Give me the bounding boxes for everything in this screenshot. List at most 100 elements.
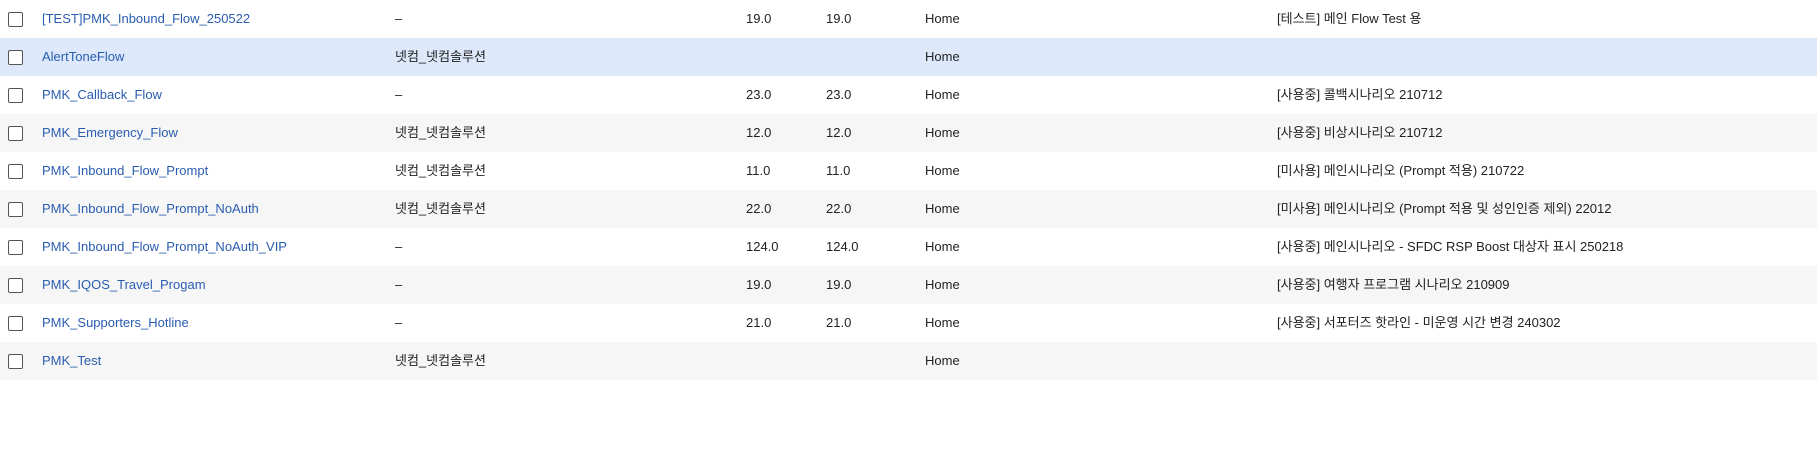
flow-name-cell: PMK_Callback_Flow [42,76,382,114]
flow-name-cell: AlertToneFlow [42,38,382,76]
flow-published-version: 21.0 [826,315,852,330]
row-checkbox[interactable] [8,87,23,103]
flow-description: [테스트] 메인 Flow Test 용 [1277,11,1422,26]
flow-owner: – [395,315,403,330]
flow-name-link[interactable]: PMK_Inbound_Flow_Prompt_NoAuth_VIP [42,239,287,254]
row-checkbox[interactable] [8,315,23,331]
flow-name-link[interactable]: PMK_IQOS_Travel_Progam [42,277,206,292]
row-checkbox-cell [8,76,28,114]
flow-name-cell: [TEST]PMK_Inbound_Flow_250522 [42,0,382,38]
row-checkbox-cell [8,114,28,152]
flow-name-cell: PMK_IQOS_Travel_Progam [42,266,382,304]
flow-location: Home [925,353,960,368]
flow-published-version: 11.0 [826,163,851,178]
flow-name-link[interactable]: AlertToneFlow [42,49,124,64]
flow-owner: 넷컴_넷컴솔루션 [395,49,486,64]
table-row[interactable]: PMK_IQOS_Travel_Progam – 19.0 19.0 Home … [0,266,1817,304]
table-row[interactable]: [TEST]PMK_Inbound_Flow_250522 – 19.0 19.… [0,0,1817,38]
flow-description [1277,38,1817,76]
flow-name-link[interactable]: [TEST]PMK_Inbound_Flow_250522 [42,11,250,26]
table-row[interactable]: PMK_Emergency_Flow 넷컴_넷컴솔루션 12.0 12.0 Ho… [0,114,1817,152]
flow-name-cell: PMK_Inbound_Flow_Prompt [42,152,382,190]
flow-owner: 넷컴_넷컴솔루션 [395,201,486,216]
row-checkbox-cell [8,152,28,190]
flow-owner: – [395,87,403,102]
flow-name-cell: PMK_Supporters_Hotline [42,304,382,342]
flow-description: [사용중] 여행자 프로그램 시나리오 210909 [1277,277,1510,292]
table-row[interactable]: PMK_Callback_Flow – 23.0 23.0 Home [사용중]… [0,76,1817,114]
flow-location: Home [925,87,960,102]
flow-name-cell: PMK_Inbound_Flow_Prompt_NoAuth_VIP [42,228,382,266]
row-checkbox-cell [8,190,28,228]
row-checkbox[interactable] [8,239,23,255]
flow-name-link[interactable]: PMK_Callback_Flow [42,87,162,102]
row-checkbox[interactable] [8,125,23,141]
flow-version: 124.0 [746,239,779,254]
flow-version: 21.0 [746,315,772,330]
flow-published-version: 23.0 [826,87,852,102]
flow-published-version: 12.0 [826,125,852,140]
flow-owner: 넷컴_넷컴솔루션 [395,353,486,368]
flow-name-link[interactable]: PMK_Test [42,353,101,368]
flow-version: 22.0 [746,201,772,216]
row-checkbox[interactable] [8,353,23,369]
flow-published-version: 19.0 [826,11,852,26]
flow-description [1277,342,1817,380]
flow-owner: – [395,239,403,254]
flow-version [746,342,816,380]
flow-location: Home [925,125,960,140]
row-checkbox[interactable] [8,277,23,293]
flow-published-version [826,38,906,76]
table-row[interactable]: PMK_Inbound_Flow_Prompt 넷컴_넷컴솔루션 11.0 11… [0,152,1817,190]
flow-name-link[interactable]: PMK_Emergency_Flow [42,125,178,140]
flow-location: Home [925,201,960,216]
row-checkbox-cell [8,0,28,38]
flow-location: Home [925,315,960,330]
row-checkbox-cell [8,342,28,380]
flow-version: 19.0 [746,277,772,292]
flow-name-cell: PMK_Test [42,342,382,380]
row-checkbox-cell [8,304,28,342]
flow-description: [사용중] 메인시나리오 - SFDC RSP Boost 대상자 표시 250… [1277,239,1624,254]
flow-published-version: 22.0 [826,201,852,216]
flow-published-version: 124.0 [826,239,859,254]
flow-published-version: 19.0 [826,277,852,292]
flow-description: [미사용] 메인시나리오 (Prompt 적용) 210722 [1277,163,1525,178]
flow-published-version [826,342,906,380]
flow-owner: – [395,277,403,292]
row-checkbox[interactable] [8,163,23,179]
row-checkbox[interactable] [8,49,23,65]
table-row[interactable]: PMK_Inbound_Flow_Prompt_NoAuth 넷컴_넷컴솔루션 … [0,190,1817,228]
row-checkbox-cell [8,266,28,304]
flow-name-link[interactable]: PMK_Inbound_Flow_Prompt [42,163,208,178]
row-checkbox[interactable] [8,201,23,217]
flow-version: 11.0 [746,163,771,178]
flow-description: [미사용] 메인시나리오 (Prompt 적용 및 성인인증 제외) 22012 [1277,201,1612,216]
flow-location: Home [925,11,960,26]
flow-version: 23.0 [746,87,772,102]
table-row[interactable]: AlertToneFlow 넷컴_넷컴솔루션 Home [0,38,1817,76]
flow-description: [사용중] 비상시나리오 210712 [1277,125,1443,140]
flow-version [746,38,816,76]
flow-location: Home [925,277,960,292]
flow-name-cell: PMK_Inbound_Flow_Prompt_NoAuth [42,190,382,228]
flow-version: 12.0 [746,125,772,140]
flows-table: [TEST]PMK_Inbound_Flow_250522 – 19.0 19.… [0,0,1817,380]
flow-owner: 넷컴_넷컴솔루션 [395,125,486,140]
flow-location: Home [925,163,960,178]
flow-name-cell: PMK_Emergency_Flow [42,114,382,152]
table-row[interactable]: PMK_Test 넷컴_넷컴솔루션 Home [0,342,1817,380]
row-checkbox-cell [8,228,28,266]
flow-version: 19.0 [746,11,772,26]
flow-name-link[interactable]: PMK_Supporters_Hotline [42,315,189,330]
flow-owner: 넷컴_넷컴솔루션 [395,163,486,178]
flow-location: Home [925,49,960,64]
row-checkbox[interactable] [8,11,23,27]
flow-description: [사용중] 콜백시나리오 210712 [1277,87,1443,102]
flow-name-link[interactable]: PMK_Inbound_Flow_Prompt_NoAuth [42,201,259,216]
table-row[interactable]: PMK_Inbound_Flow_Prompt_NoAuth_VIP – 124… [0,228,1817,266]
flow-description: [사용중] 서포터즈 핫라인 - 미운영 시간 변경 240302 [1277,315,1561,330]
row-checkbox-cell [8,38,28,76]
flow-owner: – [395,11,403,26]
table-row[interactable]: PMK_Supporters_Hotline – 21.0 21.0 Home … [0,304,1817,342]
